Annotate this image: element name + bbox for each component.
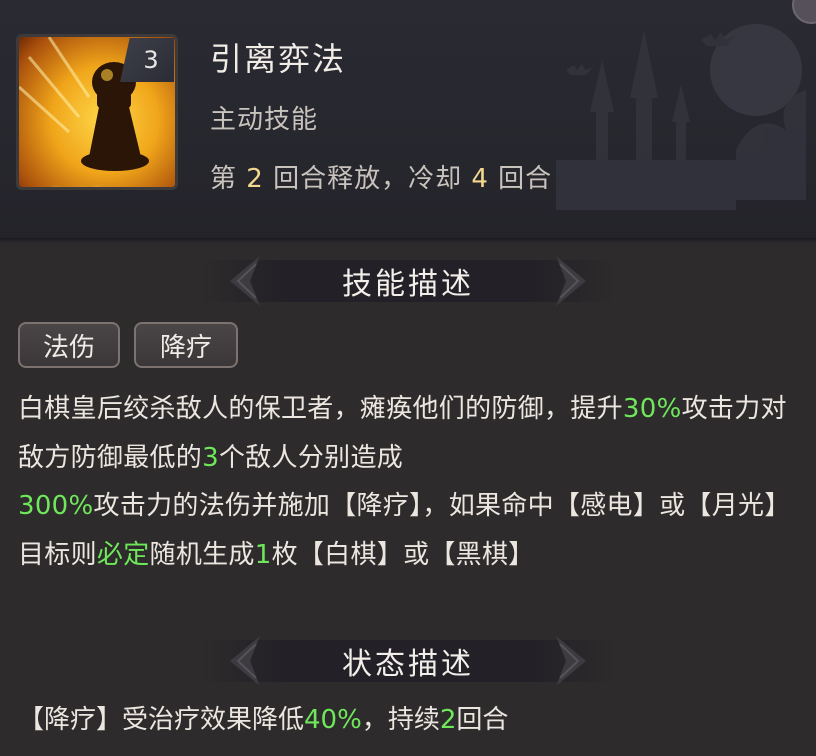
- skill-cooldown-text: 第 2 回合释放，冷却 4 回合: [210, 158, 552, 195]
- cooldown-suffix: 回合: [488, 164, 553, 194]
- desc-highlight: 3: [202, 442, 219, 473]
- status-highlight: 2: [439, 705, 457, 735]
- release-round-value: 2: [246, 164, 264, 194]
- skill-icon-caption: 必杀: [39, 179, 99, 187]
- header-divider: [0, 238, 816, 244]
- desc-text: 随机生成: [149, 539, 255, 570]
- desc-highlight: 必定: [96, 539, 150, 570]
- section-banner-description: 技能描述: [200, 250, 616, 312]
- tag-magic-damage: 法伤: [18, 322, 120, 368]
- status-description: 【降疗】受治疗效果降低40%，持续2回合: [18, 699, 808, 736]
- skill-name: 引离弈法: [210, 40, 347, 78]
- section-title-description: 技能描述: [342, 267, 474, 302]
- ornament-right-icon: [556, 636, 586, 686]
- skill-description: 白棋皇后绞杀敌人的保卫者，瘫痪他们的防御，提升30%攻击力对敌方防御最低的3个敌…: [18, 385, 808, 579]
- tag-label: 降疗: [159, 332, 212, 363]
- tag-healing-reduction: 降疗: [134, 322, 238, 368]
- desc-highlight: 300%: [18, 491, 94, 521]
- ornament-left-icon: [230, 636, 260, 686]
- desc-highlight: 30%: [622, 394, 682, 424]
- status-text: 回合: [456, 705, 509, 735]
- skill-level-value: 3: [143, 46, 159, 74]
- desc-highlight: 1: [254, 539, 272, 570]
- cooldown-rounds-value: 4: [471, 164, 489, 194]
- cooldown-prefix: 第: [210, 164, 247, 194]
- desc-text: 个敌人分别造成: [218, 442, 404, 473]
- ornament-right-icon: [556, 256, 586, 306]
- ornament-left-icon: [230, 256, 260, 306]
- status-text: 【降疗】受治疗效果降低: [18, 705, 305, 735]
- desc-text: 枚【白棋】或【黑棋】: [271, 539, 535, 570]
- desc-text: 白棋皇后绞杀敌人的保卫者，瘫痪他们的防御，提升: [18, 394, 623, 424]
- castle-silhouette-background: [556, 24, 806, 210]
- section-title-status: 状态描述: [342, 647, 474, 682]
- status-highlight: 40%: [304, 705, 362, 735]
- skill-type: 主动技能: [210, 105, 319, 135]
- status-text: ，持续: [361, 705, 440, 735]
- tag-label: 法伤: [42, 332, 95, 363]
- section-banner-status: 状态描述: [200, 630, 616, 692]
- cooldown-middle: 回合释放，冷却: [263, 164, 472, 194]
